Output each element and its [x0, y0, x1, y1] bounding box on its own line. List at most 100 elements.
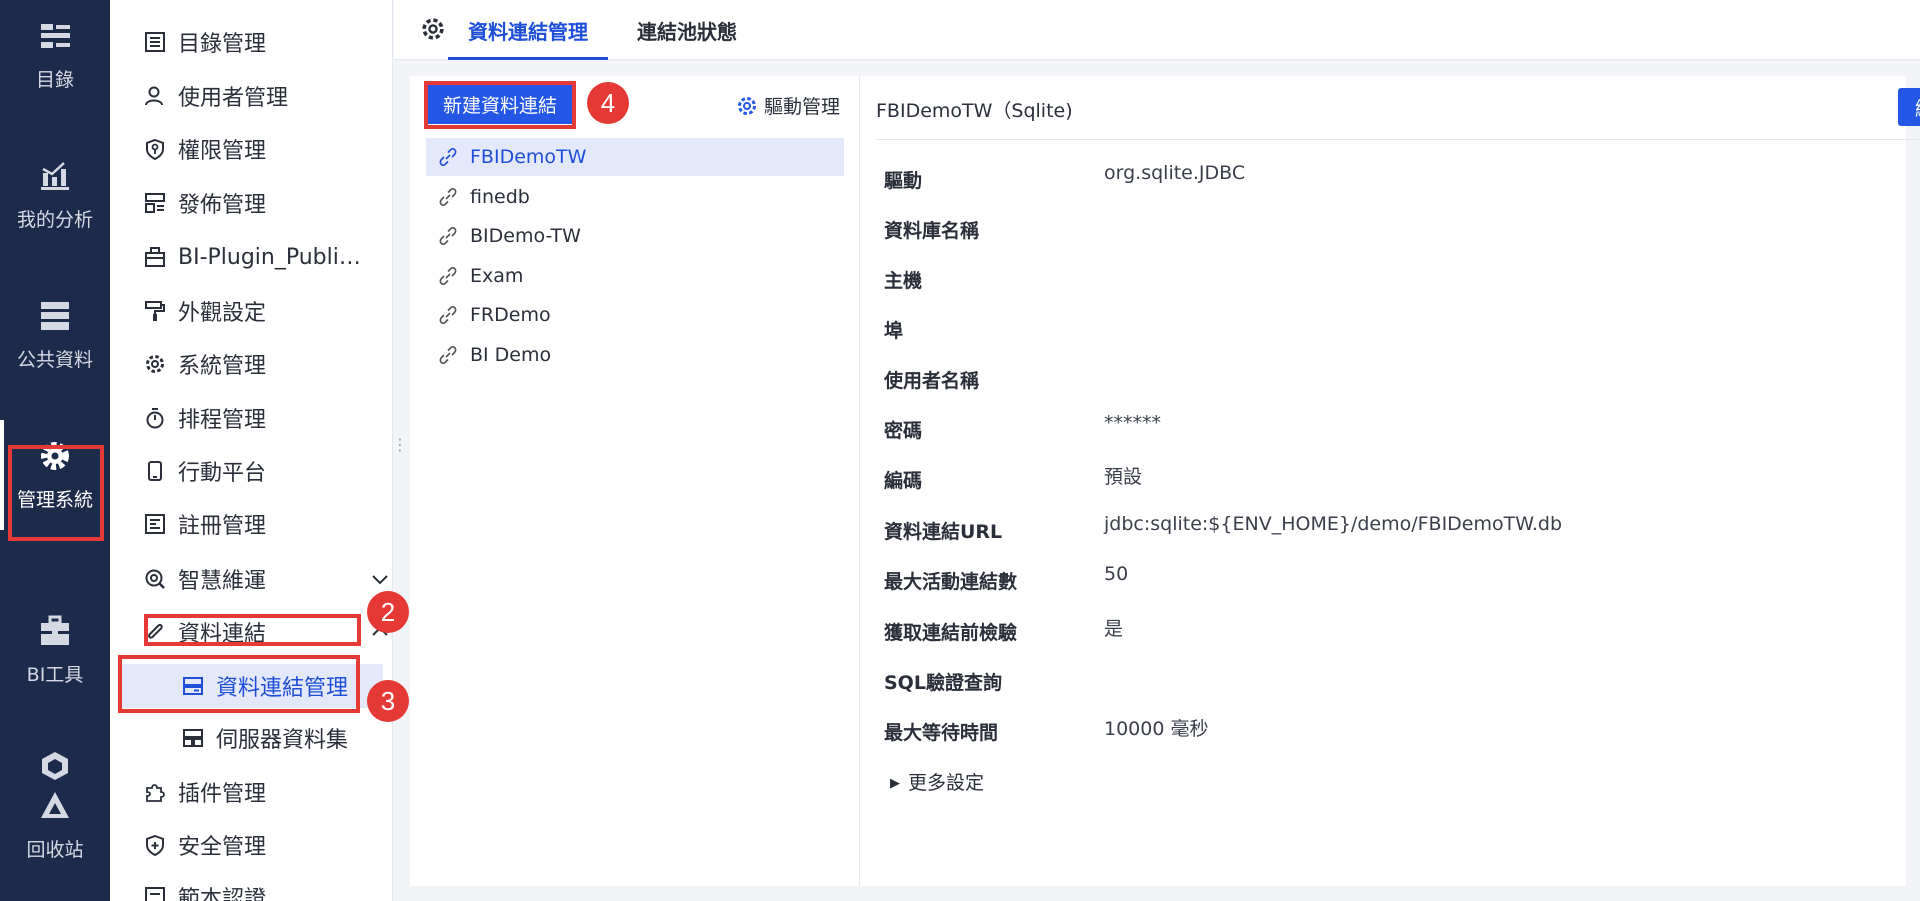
detail-row-test-on-borrow: 獲取連結前檢驗 是 — [884, 618, 1884, 658]
row-key: 編碼 — [884, 470, 923, 492]
rail-item-catalog[interactable]: 目錄 — [0, 0, 110, 110]
tab-bar: 資料連結管理 連結池狀態 — [394, 0, 1920, 60]
tab-data-connection-management[interactable]: 資料連結管理 — [448, 0, 608, 60]
menu-label: 智慧維運 — [178, 569, 267, 594]
menu-item-registration-management[interactable]: 註冊管理 — [144, 502, 266, 546]
row-value: ****** — [1104, 412, 1161, 434]
connection-name: finedb — [470, 186, 530, 208]
annotation-badge-3: 3 — [367, 680, 409, 722]
highlight-box-4 — [424, 81, 576, 129]
menu-label: 發佈管理 — [178, 193, 267, 218]
template-icon — [145, 887, 165, 901]
menu-label: 外觀設定 — [178, 301, 267, 326]
menu-label: 目錄管理 — [178, 32, 267, 57]
row-key: 埠 — [884, 320, 904, 342]
chevron-down-icon[interactable] — [370, 569, 390, 589]
menu-item-security-management[interactable]: 安全管理 — [144, 823, 266, 867]
mobile-icon — [148, 461, 162, 481]
driver-management-button[interactable]: 驅動管理 — [736, 92, 840, 119]
connection-item-bi-demo[interactable]: BI Demo — [426, 336, 844, 374]
gear-icon — [738, 96, 756, 115]
row-value: 50 — [1104, 563, 1129, 585]
rail-label: 回收站 — [26, 838, 84, 861]
connection-item-fbidemotw[interactable]: FBIDemoTW — [426, 138, 844, 176]
menu-label: 排程管理 — [178, 408, 267, 433]
menu-item-smart-maintenance[interactable]: 智慧維運 — [144, 557, 388, 601]
row-key: 資料連結URL — [884, 521, 1003, 543]
menu-item-bi-plugin-publish[interactable]: BI-Plugin_Publi… — [144, 235, 361, 279]
highlight-box-3 — [118, 655, 360, 713]
annotation-badge-2: 2 — [367, 591, 409, 633]
puzzle-icon — [146, 784, 165, 802]
tab-label: 連結池狀態 — [637, 19, 737, 44]
caret-right-icon: ▶ — [890, 776, 900, 791]
user-icon — [145, 86, 163, 106]
connection-name: Exam — [470, 265, 524, 287]
maintenance-icon — [145, 569, 165, 589]
menu-item-publish-management[interactable]: 發佈管理 — [144, 181, 266, 225]
row-value: 預設 — [1104, 466, 1143, 488]
rail-item-my-analysis[interactable]: 我的分析 — [0, 140, 110, 250]
row-key: 密碼 — [884, 420, 923, 442]
menu-label: 使用者管理 — [178, 86, 289, 111]
connection-item-finedb[interactable]: finedb — [426, 178, 844, 216]
detail-row-max-active: 最大活動連結數 50 — [884, 563, 1884, 607]
rail-item-bi-tools[interactable]: BI工具 — [0, 595, 110, 705]
tab-connection-pool-status[interactable]: 連結池狀態 — [637, 0, 737, 60]
connection-name: BIDemo-TW — [470, 225, 581, 247]
highlight-box-2 — [144, 614, 361, 646]
rail-item-recycle-bin[interactable]: 回收站 — [0, 730, 110, 880]
menu-item-mobile-platform[interactable]: 行動平台 — [144, 449, 266, 493]
cube-icon — [42, 751, 68, 780]
detail-title: FBIDemoTW（Sqlite) — [876, 100, 1073, 122]
more-settings-toggle[interactable]: ▶ 更多設定 — [890, 768, 984, 795]
detail-row-driver: 驅動 org.sqlite.JDBC — [884, 162, 1884, 206]
annotation-badge-4: 4 — [587, 82, 629, 124]
analysis-chart-icon — [41, 161, 69, 190]
menu-item-schedule-management[interactable]: 排程管理 — [144, 396, 266, 440]
detail-row-database-name: 資料庫名稱 — [884, 216, 1884, 256]
connection-name: FRDemo — [470, 304, 551, 326]
edit-button[interactable]: 編輯 — [1898, 88, 1920, 126]
connection-name: FBIDemoTW — [470, 146, 587, 168]
link-icon — [439, 148, 457, 166]
connection-item-bidemo-tw[interactable]: BIDemo-TW — [426, 217, 844, 255]
rail-label: BI工具 — [26, 663, 84, 686]
layout-icon — [145, 193, 165, 213]
menu-item-server-dataset[interactable]: 伺服器資料集 — [182, 716, 348, 760]
menu-label: 系統管理 — [178, 354, 267, 379]
menu-item-template-certification[interactable]: 範本認證 — [144, 875, 266, 901]
resize-handle-icon[interactable]: ⋮⋮ — [392, 437, 424, 462]
menu-label: 權限管理 — [178, 139, 267, 164]
detail-row-port: 埠 — [884, 316, 1884, 356]
shield-key-icon — [146, 138, 164, 160]
menu-item-appearance-settings[interactable]: 外觀設定 — [144, 289, 266, 333]
row-key: 驅動 — [884, 170, 923, 192]
menu-item-system-management[interactable]: 系統管理 — [144, 342, 266, 386]
link-icon — [439, 267, 457, 285]
connection-item-exam[interactable]: Exam — [426, 257, 844, 295]
rail-item-public-data[interactable]: 公共資料 — [0, 280, 110, 390]
link-icon — [439, 227, 457, 245]
menu-item-plugin-management[interactable]: 插件管理 — [144, 770, 266, 814]
row-key: 最大等待時間 — [884, 722, 999, 744]
connection-list-pane: 新建資料連結 驅動管理 FBIDemoTW finedb BIDemo-TW E… — [410, 76, 860, 886]
menu-item-user-management[interactable]: 使用者管理 — [144, 74, 288, 118]
link-icon — [439, 188, 457, 206]
row-value: jdbc:sqlite:${ENV_HOME}/demo/FBIDemoTW.d… — [1104, 513, 1563, 535]
rail-label: 我的分析 — [16, 208, 93, 231]
detail-row-encoding: 編碼 預設 — [884, 466, 1884, 506]
connection-name: BI Demo — [470, 344, 552, 366]
rail-label: 公共資料 — [16, 348, 93, 371]
shield-plus-icon — [146, 834, 164, 856]
gear-icon — [422, 18, 444, 40]
row-key: 主機 — [884, 270, 923, 292]
server-dataset-icon — [183, 729, 203, 747]
detail-row-max-wait: 最大等待時間 10000 毫秒 — [884, 718, 1884, 758]
menu-item-permission-management[interactable]: 權限管理 — [144, 127, 266, 171]
connection-item-frdemo[interactable]: FRDemo — [426, 296, 844, 334]
row-key: 獲取連結前檢驗 — [884, 622, 1018, 644]
menu-item-catalog-management[interactable]: 目錄管理 — [144, 20, 266, 64]
stopwatch-icon — [146, 408, 164, 429]
connection-detail-pane: FBIDemoTW（Sqlite) 編輯 驅動 org.sqlite.JDBC 資… — [860, 76, 1920, 886]
